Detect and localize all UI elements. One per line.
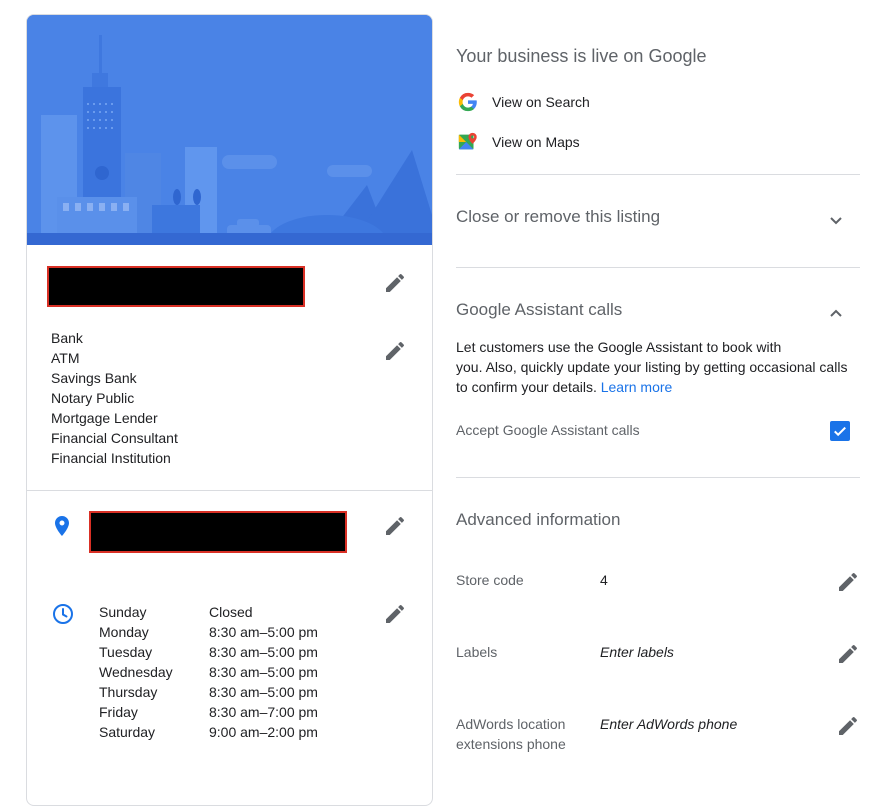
edit-address-button[interactable]	[383, 514, 407, 538]
learn-more-link[interactable]: Learn more	[601, 379, 673, 395]
hours-day: Thursday	[99, 684, 158, 700]
accept-assistant-calls-checkbox[interactable]	[830, 421, 850, 441]
live-on-google-title: Your business is live on Google	[456, 46, 707, 66]
hours-row: Friday 8:30 am–7:00 pm	[99, 702, 349, 722]
assistant-calls-title[interactable]: Google Assistant calls	[456, 300, 622, 320]
adwords-phone-placeholder[interactable]: Enter AdWords phone	[600, 714, 737, 734]
adwords-phone-label-line: AdWords location	[456, 716, 566, 732]
pencil-icon	[839, 572, 858, 591]
assistant-description: Let customers use the Google Assistant t…	[456, 337, 856, 397]
pencil-icon	[839, 644, 858, 663]
view-on-maps-link[interactable]: View on Maps	[456, 130, 580, 154]
adwords-phone-label: AdWords location extensions phone	[456, 714, 566, 754]
category-item: Notary Public	[51, 390, 135, 406]
store-code-label: Store code	[456, 572, 524, 588]
city-skyline-image	[27, 15, 432, 245]
view-on-maps-label: View on Maps	[492, 134, 580, 150]
pencil-icon	[839, 716, 858, 735]
adwords-phone-label-line: extensions phone	[456, 736, 566, 752]
hours-row: Thursday 8:30 am–5:00 pm	[99, 682, 349, 702]
pencil-icon	[386, 341, 405, 360]
hours-time: Closed	[209, 604, 253, 620]
hours-time: 8:30 am–5:00 pm	[209, 664, 318, 680]
category-item: ATM	[51, 350, 80, 366]
edit-adwords-phone-button[interactable]	[836, 714, 860, 738]
assistant-description-line: to confirm your details.	[456, 379, 597, 395]
section-divider	[456, 267, 860, 268]
edit-labels-button[interactable]	[836, 642, 860, 666]
hours-table: Sunday Closed Monday 8:30 am–5:00 pm Tuesd…	[99, 602, 349, 742]
checkmark-icon	[834, 426, 846, 437]
city-illustration	[27, 15, 432, 245]
assistant-description-line: Let customers use the Google Assistant t…	[456, 339, 782, 355]
hours-day: Tuesday	[99, 644, 153, 660]
category-item: Bank	[51, 330, 83, 346]
pencil-icon	[386, 273, 405, 292]
hours-day: Monday	[99, 624, 149, 640]
pencil-icon	[386, 516, 405, 535]
hours-row: Monday 8:30 am–5:00 pm	[99, 622, 349, 642]
hours-row: Tuesday 8:30 am–5:00 pm	[99, 642, 349, 662]
accept-assistant-calls-label: Accept Google Assistant calls	[456, 422, 640, 438]
redacted-business-name	[47, 266, 305, 307]
category-list: Bank ATM Savings Bank Notary Public Mort…	[51, 328, 178, 468]
clock-icon	[51, 602, 75, 626]
store-code-value: 4	[600, 572, 608, 588]
hours-day: Friday	[99, 704, 138, 720]
hours-time: 9:00 am–2:00 pm	[209, 724, 318, 740]
labels-label: Labels	[456, 644, 498, 660]
redacted-address	[89, 511, 347, 553]
edit-store-code-button[interactable]	[836, 570, 860, 594]
hours-time: 8:30 am–7:00 pm	[209, 704, 318, 720]
section-divider	[456, 174, 860, 175]
hours-time: 8:30 am–5:00 pm	[209, 624, 318, 640]
hours-time: 8:30 am–5:00 pm	[209, 644, 318, 660]
view-on-search-link[interactable]: View on Search	[456, 90, 590, 114]
edit-categories-button[interactable]	[383, 339, 407, 363]
advanced-information-title: Advanced information	[456, 510, 621, 529]
chevron-down-icon[interactable]	[824, 208, 848, 232]
category-item: Mortgage Lender	[51, 410, 158, 426]
category-item: Savings Bank	[51, 370, 137, 386]
hours-row: Wednesday 8:30 am–5:00 pm	[99, 662, 349, 682]
assistant-description-line: you. Also, quickly update your listing b…	[456, 359, 848, 375]
google-maps-icon	[456, 130, 480, 154]
section-divider	[456, 477, 860, 478]
category-item: Financial Consultant	[51, 430, 178, 446]
hours-row: Saturday 9:00 am–2:00 pm	[99, 722, 349, 742]
view-on-search-label: View on Search	[492, 94, 590, 110]
hours-day: Sunday	[99, 604, 147, 620]
category-item: Financial Institution	[51, 450, 171, 466]
pencil-icon	[386, 604, 405, 623]
location-pin-icon	[50, 514, 74, 538]
google-g-icon	[456, 90, 480, 114]
chevron-up-icon[interactable]	[824, 302, 848, 326]
edit-hours-button[interactable]	[383, 602, 407, 626]
hours-day: Wednesday	[99, 664, 173, 680]
hours-day: Saturday	[99, 724, 156, 740]
close-listing-title[interactable]: Close or remove this listing	[456, 207, 660, 227]
edit-name-button[interactable]	[383, 271, 407, 295]
labels-placeholder[interactable]: Enter labels	[600, 642, 674, 662]
hours-time: 8:30 am–5:00 pm	[209, 684, 318, 700]
name-category-section: Bank ATM Savings Bank Notary Public Mort…	[27, 245, 432, 491]
hours-row: Sunday Closed	[99, 602, 349, 622]
